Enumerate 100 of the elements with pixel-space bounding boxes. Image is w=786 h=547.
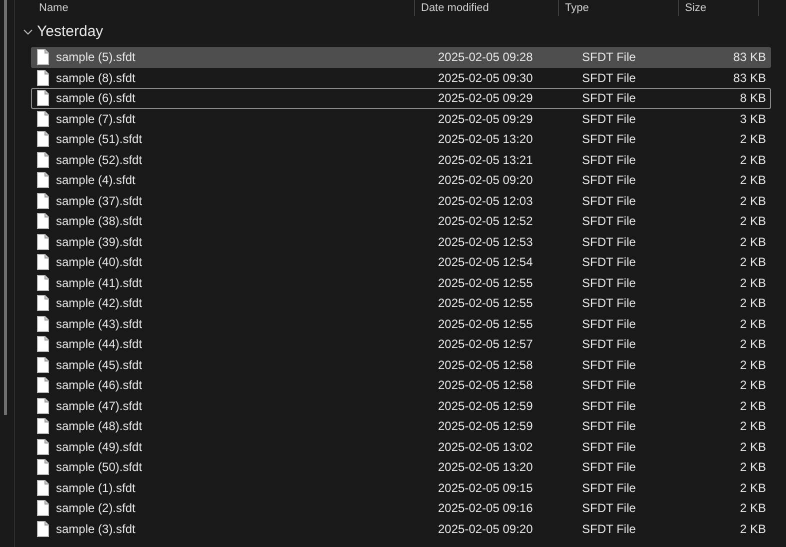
file-size: 2 KB — [738, 520, 766, 538]
file-row[interactable]: sample (5).sfdt 2025-02-05 09:28 SFDT File 83 KB — [31, 47, 771, 68]
file-name: sample (41).sfdt — [56, 274, 142, 292]
scrollbar-track[interactable] — [4, 0, 7, 415]
file-row[interactable]: sample (41).sfdt 2025-02-05 12:55 SFDT File 2 KB — [31, 272, 771, 293]
file-name: sample (6).sfdt — [56, 90, 136, 108]
file-row[interactable]: sample (50).sfdt 2025-02-05 13:20 SFDT File 2 KB — [31, 457, 771, 478]
file-type: SFDT File — [582, 152, 637, 169]
file-row[interactable]: sample (1).sfdt 2025-02-05 09:15 SFDT File 2 KB — [31, 478, 771, 498]
date-modified: 2025-02-05 09:29 — [438, 90, 534, 108]
date-modified: 2025-02-05 09:30 — [438, 70, 534, 87]
file-icon — [37, 480, 49, 496]
date-modified: 2025-02-05 09:16 — [438, 500, 534, 518]
file-size: 2 KB — [738, 131, 766, 148]
date-modified: 2025-02-05 09:20 — [438, 520, 534, 538]
file-icon — [37, 274, 49, 291]
file-size: 83 KB — [732, 70, 766, 87]
file-row[interactable]: sample (52).sfdt 2025-02-05 13:21 SFDT File 2 KB — [31, 150, 771, 170]
file-row[interactable]: sample (6).sfdt 2025-02-05 09:29 SFDT File 8 KB — [31, 88, 771, 108]
file-type: SFDT File — [582, 110, 637, 128]
file-size: 8 KB — [738, 90, 766, 108]
date-modified: 2025-02-05 09:28 — [438, 49, 534, 66]
file-icon — [37, 377, 49, 394]
file-row[interactable]: sample (4).sfdt 2025-02-05 09:20 SFDT File 2 KB — [31, 170, 771, 190]
file-size: 2 KB — [738, 213, 766, 230]
file-icon — [37, 213, 49, 230]
file-name: sample (47).sfdt — [56, 398, 142, 415]
column-header[interactable]: Date modified — [421, 2, 489, 14]
file-name: sample (42).sfdt — [56, 295, 142, 312]
file-row[interactable]: sample (43).sfdt 2025-02-05 12:55 SFDT File 2 KB — [31, 314, 771, 334]
file-icon — [37, 398, 49, 414]
file-icon — [37, 438, 49, 455]
date-modified: 2025-02-05 13:02 — [438, 438, 534, 456]
file-size: 2 KB — [738, 172, 766, 190]
file-row[interactable]: sample (51).sfdt 2025-02-05 13:20 SFDT File 2 KB — [31, 129, 771, 150]
file-row[interactable]: sample (7).sfdt 2025-02-05 09:29 SFDT File 3 KB — [31, 108, 771, 129]
date-modified: 2025-02-05 12:57 — [438, 336, 534, 354]
date-modified: 2025-02-05 13:20 — [438, 459, 534, 476]
file-type: SFDT File — [582, 234, 637, 251]
column-header[interactable]: Type — [565, 2, 589, 14]
file-icon — [37, 70, 49, 86]
file-size: 2 KB — [738, 192, 766, 210]
file-row[interactable]: sample (42).sfdt 2025-02-05 12:55 SFDT File 2 KB — [31, 293, 771, 314]
file-name: sample (52).sfdt — [56, 152, 142, 169]
group-label: Yesterday — [37, 22, 104, 42]
file-type: SFDT File — [582, 254, 637, 272]
file-row[interactable]: sample (38).sfdt 2025-02-05 12:52 SFDT File 2 KB — [31, 211, 771, 232]
file-row[interactable]: sample (45).sfdt 2025-02-05 12:58 SFDT File 2 KB — [31, 354, 771, 375]
date-modified: 2025-02-05 12:52 — [438, 213, 534, 230]
chevron-down-icon[interactable] — [23, 27, 33, 37]
file-size: 2 KB — [738, 398, 766, 415]
file-size: 2 KB — [738, 356, 766, 374]
file-size: 2 KB — [738, 316, 766, 333]
file-row[interactable]: sample (46).sfdt 2025-02-05 12:58 SFDT File 2 KB — [31, 375, 771, 396]
file-row[interactable]: sample (47).sfdt 2025-02-05 12:59 SFDT File 2 KB — [31, 396, 771, 416]
file-type: SFDT File — [582, 418, 637, 436]
file-icon — [37, 152, 49, 168]
file-row[interactable]: sample (49).sfdt 2025-02-05 13:02 SFDT File 2 KB — [31, 436, 771, 457]
file-row[interactable]: sample (2).sfdt 2025-02-05 09:16 SFDT File 2 KB — [31, 498, 771, 518]
file-name: sample (1).sfdt — [56, 480, 136, 497]
column-header[interactable]: Size — [685, 2, 706, 14]
file-row[interactable]: sample (8).sfdt 2025-02-05 09:30 SFDT File 83 KB — [31, 68, 771, 88]
file-row[interactable]: sample (40).sfdt 2025-02-05 12:54 SFDT File 2 KB — [31, 252, 771, 272]
file-icon — [37, 316, 49, 332]
date-modified: 2025-02-05 12:53 — [438, 234, 534, 251]
file-size: 2 KB — [738, 377, 766, 394]
file-row[interactable]: sample (44).sfdt 2025-02-05 12:57 SFDT File 2 KB — [31, 334, 771, 354]
file-size: 2 KB — [738, 500, 766, 518]
file-name: sample (2).sfdt — [56, 500, 136, 518]
file-icon — [37, 336, 49, 352]
file-icon — [37, 356, 49, 373]
file-type: SFDT File — [582, 459, 637, 476]
file-row[interactable]: sample (39).sfdt 2025-02-05 12:53 SFDT File 2 KB — [31, 232, 771, 252]
file-icon — [37, 90, 49, 106]
file-size: 3 KB — [738, 110, 766, 128]
date-modified: 2025-02-05 12:55 — [438, 316, 534, 333]
file-name: sample (39).sfdt — [56, 234, 142, 251]
file-row[interactable]: sample (3).sfdt 2025-02-05 09:20 SFDT File 2 KB — [31, 518, 771, 539]
file-name: sample (46).sfdt — [56, 377, 142, 394]
file-type: SFDT File — [582, 70, 637, 87]
date-modified: 2025-02-05 12:58 — [438, 356, 534, 374]
file-name: sample (38).sfdt — [56, 213, 142, 230]
date-modified: 2025-02-05 12:55 — [438, 274, 534, 292]
date-modified: 2025-02-05 09:29 — [438, 110, 534, 128]
file-row[interactable]: sample (37).sfdt 2025-02-05 12:03 SFDT File 2 KB — [31, 190, 771, 211]
date-modified: 2025-02-05 09:20 — [438, 172, 534, 190]
file-type: SFDT File — [582, 398, 637, 415]
date-modified: 2025-02-05 12:03 — [438, 192, 534, 210]
file-size: 2 KB — [738, 480, 766, 497]
file-icon — [37, 500, 49, 516]
file-size: 2 KB — [738, 295, 766, 312]
file-type: SFDT File — [582, 274, 637, 292]
file-type: SFDT File — [582, 295, 637, 312]
file-size: 2 KB — [738, 234, 766, 251]
column-header[interactable]: Name — [39, 2, 68, 14]
date-modified: 2025-02-05 12:59 — [438, 418, 534, 436]
file-name: sample (48).sfdt — [56, 418, 142, 436]
file-icon — [37, 295, 49, 312]
file-row[interactable]: sample (48).sfdt 2025-02-05 12:59 SFDT File 2 KB — [31, 416, 771, 436]
date-modified: 2025-02-05 13:20 — [438, 131, 534, 148]
